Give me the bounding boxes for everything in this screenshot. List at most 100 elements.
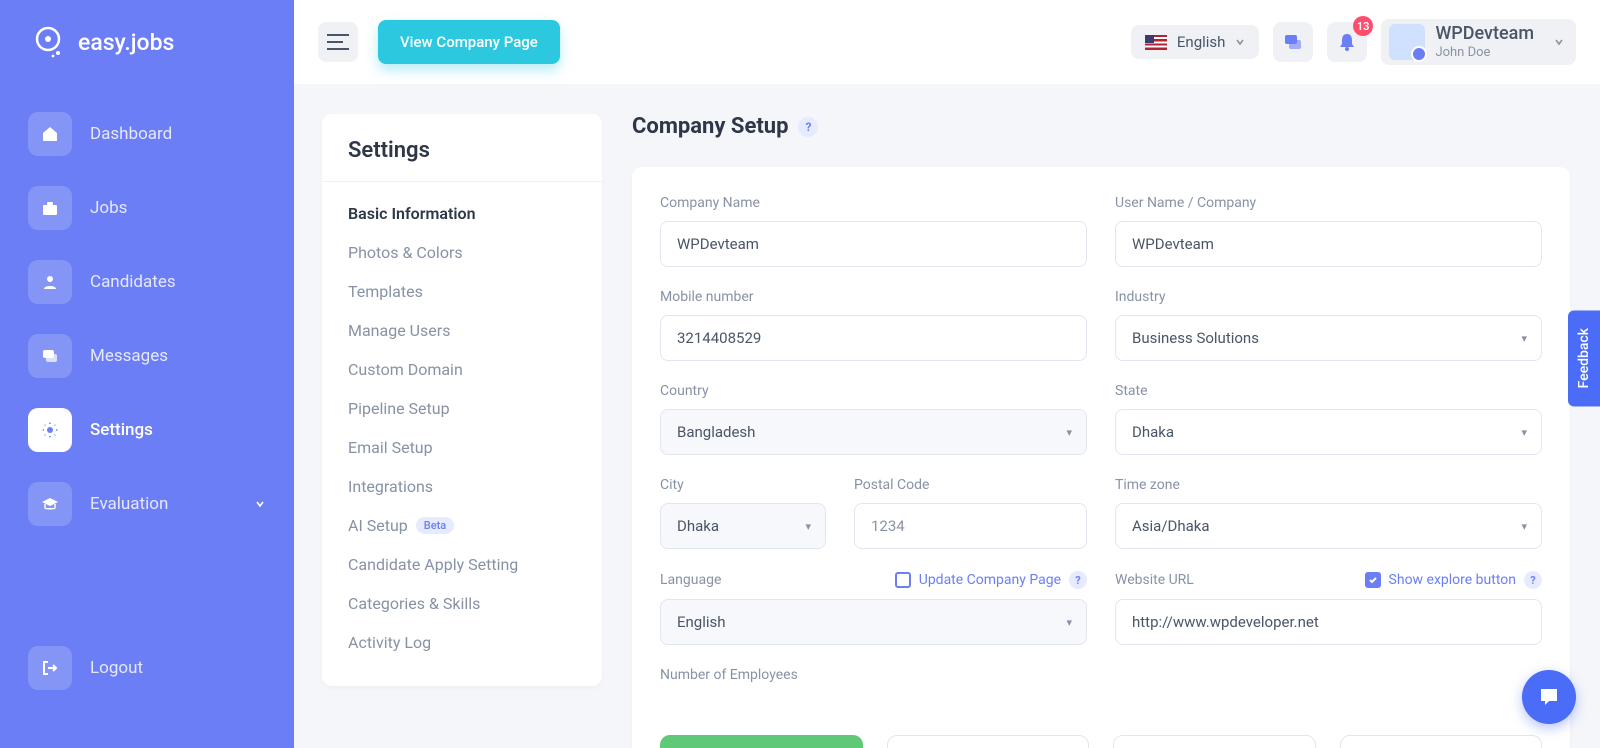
chevron-down-icon [1235,37,1245,47]
help-icon[interactable]: ? [1069,571,1087,589]
employee-option-31-60[interactable]: 31-60 Employees [887,735,1090,748]
label-company-name: Company Name [660,195,1087,211]
form-card: Company Name User Name / Company Mobile … [632,167,1570,748]
label-language: Language [660,572,721,588]
nav-logout[interactable]: Logout [0,634,294,702]
nav-label: Messages [90,346,168,366]
settings-item-custom-domain[interactable]: Custom Domain [322,350,602,389]
label-industry: Industry [1115,289,1542,305]
settings-item-templates[interactable]: Templates [322,272,602,311]
chevron-down-icon: ▾ [1521,520,1527,533]
settings-item-manage-users[interactable]: Manage Users [322,311,602,350]
label-website: Website URL [1115,572,1194,588]
content: Company Setup ? Company Name User Name /… [602,84,1600,748]
settings-panel: Settings Basic Information Photos & Colo… [322,114,602,686]
nav-label: Settings [90,420,153,440]
page-title: Company Setup [632,114,788,139]
website-input[interactable] [1115,599,1542,645]
employee-option-61-90[interactable]: 61-90 Employees [1113,735,1316,748]
settings-item-photos-colors[interactable]: Photos & Colors [322,233,602,272]
chevron-down-icon: ▾ [805,520,811,533]
nav-label: Logout [90,658,143,678]
user-company-input[interactable] [1115,221,1542,267]
nav-label: Jobs [90,198,127,218]
nav-candidates[interactable]: Candidates [0,248,294,316]
hamburger-icon [327,34,349,50]
settings-item-basic-information[interactable]: Basic Information [322,194,602,233]
show-explore-checkbox[interactable]: Show explore button ? [1365,571,1542,589]
settings-item-email-setup[interactable]: Email Setup [322,428,602,467]
notifications-button[interactable]: 13 [1327,22,1367,62]
chevron-down-icon [254,498,266,510]
nav-label: Evaluation [90,494,168,514]
nav-label: Candidates [90,272,176,292]
chat-icon [1537,685,1561,709]
briefcase-icon [28,186,72,230]
topbar: View Company Page English 13 WPDevteam J… [294,0,1600,84]
city-select[interactable]: Dhaka▾ [660,503,826,549]
messages-icon [1283,32,1303,52]
settings-item-activity-log[interactable]: Activity Log [322,623,602,662]
chat-button[interactable] [1522,670,1576,724]
postal-input[interactable] [854,503,1087,549]
label-mobile: Mobile number [660,289,1087,305]
chevron-down-icon: ▾ [1521,332,1527,345]
chevron-down-icon: ▾ [1066,426,1072,439]
logout-icon [28,646,72,690]
settings-item-ai-setup[interactable]: AI SetupBeta [322,506,602,545]
nav-jobs[interactable]: Jobs [0,174,294,242]
messages-icon [28,334,72,378]
label-timezone: Time zone [1115,477,1542,493]
employee-option-1-30[interactable]: 1-30 Employees [660,735,863,748]
logo-icon [28,22,68,62]
chevron-down-icon: ▾ [1521,426,1527,439]
nav-label: Dashboard [90,124,172,144]
update-company-page-checkbox[interactable]: Update Company Page ? [895,571,1087,589]
menu-toggle[interactable] [318,22,358,62]
settings-item-pipeline-setup[interactable]: Pipeline Setup [322,389,602,428]
timezone-select[interactable]: Asia/Dhaka▾ [1115,503,1542,549]
beta-badge: Beta [416,517,454,534]
home-icon [28,112,72,156]
flag-us-icon [1145,35,1167,50]
user-menu[interactable]: WPDevteam John Doe [1381,19,1576,64]
logo[interactable]: easy.jobs [0,22,294,86]
settings-item-integrations[interactable]: Integrations [322,467,602,506]
messages-button[interactable] [1273,22,1313,62]
language-select[interactable]: English▾ [660,599,1087,645]
employee-option-100plus[interactable]: 100+ Employees [1340,735,1543,748]
industry-select[interactable]: Business Solutions▾ [1115,315,1542,361]
user-company: WPDevteam [1435,23,1534,45]
label-state: State [1115,383,1542,399]
label-city: City [660,477,826,493]
nav-dashboard[interactable]: Dashboard [0,100,294,168]
bell-icon [1338,32,1356,52]
label-user-company: User Name / Company [1115,195,1542,211]
nav-settings[interactable]: Settings [0,396,294,464]
language-select[interactable]: English [1131,25,1260,59]
sidebar: easy.jobs Dashboard Jobs Candidates Mess… [0,0,294,748]
nav-evaluation[interactable]: Evaluation [0,470,294,538]
country-select[interactable]: Bangladesh▾ [660,409,1087,455]
label-postal: Postal Code [854,477,1087,493]
main: Settings Basic Information Photos & Colo… [294,84,1600,748]
label-country: Country [660,383,1087,399]
chevron-down-icon [1550,33,1568,51]
state-select[interactable]: Dhaka▾ [1115,409,1542,455]
company-name-input[interactable] [660,221,1087,267]
nav: Dashboard Jobs Candidates Messages Setti… [0,100,294,538]
nav-messages[interactable]: Messages [0,322,294,390]
checkbox-checked-icon [1365,572,1381,588]
settings-item-candidate-apply[interactable]: Candidate Apply Setting [322,545,602,584]
settings-item-categories-skills[interactable]: Categories & Skills [322,584,602,623]
user-icon [28,260,72,304]
help-icon[interactable]: ? [1524,571,1542,589]
help-icon[interactable]: ? [798,117,818,137]
feedback-tab[interactable]: Feedback [1568,310,1600,406]
logo-text: easy.jobs [78,29,174,56]
graduation-icon [28,482,72,526]
view-company-button[interactable]: View Company Page [378,20,560,64]
gear-icon [28,408,72,452]
mobile-input[interactable] [660,315,1087,361]
user-name: John Doe [1435,45,1534,61]
